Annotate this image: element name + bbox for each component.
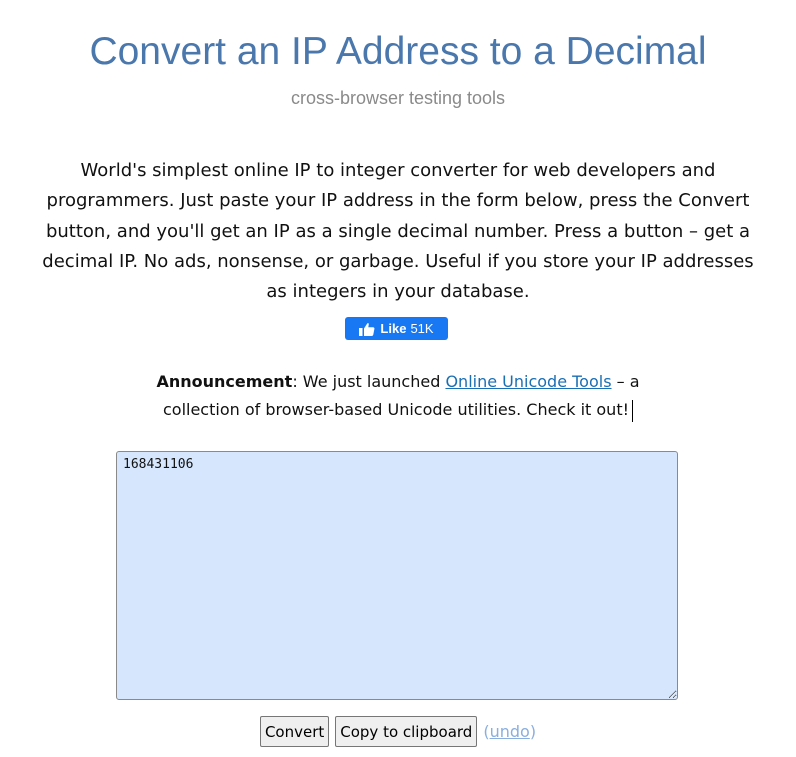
thumbs-up-icon [359, 322, 375, 336]
announcement: Announcement: We just launched Online Un… [140, 368, 656, 424]
online-unicode-tools-link[interactable]: Online Unicode Tools [445, 372, 611, 391]
controls-bar: Convert Copy to clipboard (undo) [0, 716, 796, 747]
text-cursor [632, 399, 634, 422]
page-title: Convert an IP Address to a Decimal [89, 30, 707, 73]
page-subtitle: cross-browser testing tools [290, 88, 506, 108]
announcement-label: Announcement [156, 372, 293, 391]
like-label: Like [380, 321, 407, 336]
output-area [116, 451, 678, 700]
announcement-text-before: : We just launched [292, 372, 446, 391]
undo-link[interactable]: (undo) [483, 722, 536, 741]
like-count: 51K [410, 321, 434, 336]
ip-output-textarea[interactable] [116, 451, 678, 700]
undo-label: undo [489, 722, 530, 741]
copy-to-clipboard-button[interactable]: Copy to clipboard [335, 716, 478, 747]
convert-button[interactable]: Convert [259, 716, 330, 747]
page: Convert an IP Address to a Decimal cross… [0, 0, 796, 757]
intro-description: World's simplest online IP to integer co… [42, 160, 754, 303]
facebook-like-button[interactable]: Like 51K [345, 317, 448, 340]
undo-close-paren: ) [529, 722, 537, 741]
